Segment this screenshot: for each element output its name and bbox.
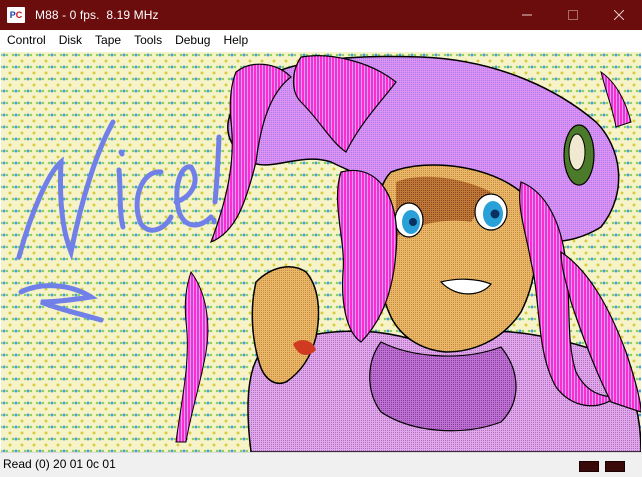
maximize-icon	[568, 10, 578, 20]
status-text: Read (0) 20 01 0c 01	[3, 457, 116, 471]
handwriting-c	[134, 169, 174, 233]
window-controls	[504, 0, 642, 30]
close-button[interactable]	[596, 0, 642, 30]
emulator-screen[interactable]	[1, 52, 641, 452]
hair-strand-front	[336, 169, 398, 343]
earring-inner	[568, 133, 586, 171]
maximize-button[interactable]	[550, 0, 596, 30]
drive-led-2	[605, 461, 625, 472]
close-icon	[614, 10, 624, 20]
title-bar[interactable]: PC M88 - 0 fps. 8.19 MHz	[0, 0, 642, 30]
hair-strand-low	[175, 270, 209, 443]
app-icon-letter-c: C	[15, 10, 23, 20]
menu-help[interactable]: Help	[216, 30, 254, 51]
minimize-icon	[522, 14, 532, 16]
menu-disk[interactable]: Disk	[52, 30, 88, 51]
handwriting-i	[116, 149, 126, 230]
menu-control[interactable]: Control	[0, 30, 52, 51]
handwriting-exclaim	[211, 134, 222, 225]
status-bar: Read (0) 20 01 0c 01	[0, 452, 642, 477]
menu-tape[interactable]: Tape	[88, 30, 127, 51]
left-pupil	[409, 218, 417, 226]
menu-bar: Control Disk Tape Tools Debug Help	[0, 30, 642, 51]
handwriting-e	[173, 164, 214, 228]
minimize-button[interactable]	[504, 0, 550, 30]
emulator-artwork	[16, 55, 641, 452]
app-icon: PC	[7, 7, 25, 23]
window-title: M88 - 0 fps. 8.19 MHz	[35, 8, 159, 22]
right-pupil	[490, 209, 500, 219]
menu-tools[interactable]: Tools	[127, 30, 168, 51]
handwriting-flourish	[18, 283, 104, 323]
hair-strand-corner	[600, 70, 632, 128]
handwriting-n	[16, 119, 116, 261]
drive-led-1	[579, 461, 599, 472]
menu-debug[interactable]: Debug	[168, 30, 216, 51]
